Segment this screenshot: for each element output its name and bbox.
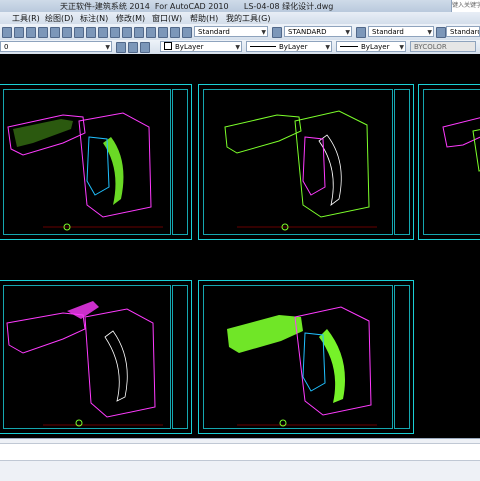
site-plan-3 bbox=[442, 117, 480, 172]
zoom-previous-icon[interactable] bbox=[170, 27, 180, 38]
drawing-sheet-2 bbox=[198, 84, 414, 240]
drawing-sheet-6 bbox=[418, 280, 480, 434]
lineweight-select[interactable]: ByLayer ▼ bbox=[336, 41, 406, 52]
menu-my-tools[interactable]: 我的工具(G) bbox=[226, 13, 270, 24]
open-file-icon[interactable] bbox=[14, 27, 24, 38]
linetype-sample bbox=[250, 46, 276, 47]
menu-tools[interactable]: 工具(R) bbox=[12, 13, 40, 24]
publish-icon[interactable] bbox=[62, 27, 72, 38]
linetype-value: ByLayer bbox=[279, 43, 308, 51]
text-style-select[interactable]: Standard ▼ bbox=[194, 26, 268, 37]
multileader-style-value: Standard bbox=[450, 28, 480, 36]
site-plan-4 bbox=[6, 301, 163, 427]
layer-select[interactable]: 0 ▼ bbox=[0, 41, 112, 52]
redo-icon[interactable] bbox=[122, 27, 132, 38]
title-block bbox=[172, 285, 188, 429]
properties-toolbar: 0 ▼ ByLayer ▼ ByLayer ▼ ByLayer ▼ BYCOLOR bbox=[0, 40, 480, 55]
menu-draw[interactable]: 绘图(D) bbox=[45, 13, 73, 24]
dim-style-icon bbox=[272, 27, 282, 38]
site-plan-5 bbox=[227, 306, 377, 427]
lineweight-value: ByLayer bbox=[361, 43, 390, 51]
pan-icon[interactable] bbox=[134, 27, 144, 38]
title-bar: 天正软件-建筑系统 2014 For AutoCAD 2010 LS-04-08… bbox=[0, 0, 480, 12]
drawing-sheet-5 bbox=[198, 280, 414, 434]
preview-icon[interactable] bbox=[50, 27, 60, 38]
zoom-window-icon[interactable] bbox=[158, 27, 168, 38]
menu-dimension[interactable]: 标注(N) bbox=[80, 13, 108, 24]
drawing-sheet-3 bbox=[418, 84, 480, 240]
text-style-icon bbox=[182, 27, 192, 38]
new-file-icon[interactable] bbox=[2, 27, 12, 38]
dim-style-select[interactable]: STANDARD ▼ bbox=[284, 26, 352, 37]
save-icon[interactable] bbox=[26, 27, 36, 38]
multileader-style-select[interactable]: Standard bbox=[446, 26, 480, 37]
color-swatch bbox=[164, 42, 172, 50]
zoom-icon[interactable] bbox=[146, 27, 156, 38]
title-block bbox=[172, 89, 188, 235]
plotstyle-select[interactable]: BYCOLOR bbox=[410, 41, 476, 52]
dim-style-value: STANDARD bbox=[288, 28, 327, 36]
undo-icon[interactable] bbox=[110, 27, 120, 38]
layer-previous-icon[interactable] bbox=[128, 42, 138, 53]
table-style-icon bbox=[356, 27, 366, 38]
standard-toolbar: Standard ▼ STANDARD ▼ Standard ▼ Standard bbox=[0, 24, 480, 41]
drawing-canvas[interactable] bbox=[0, 54, 480, 438]
command-line[interactable] bbox=[0, 443, 480, 461]
menu-modify[interactable]: 修改(M) bbox=[116, 13, 145, 24]
layer-state-icon[interactable] bbox=[140, 42, 150, 53]
color-value: ByLayer bbox=[175, 43, 204, 51]
paste-icon[interactable] bbox=[98, 27, 108, 38]
linetype-select[interactable]: ByLayer ▼ bbox=[246, 41, 332, 52]
command-area bbox=[0, 438, 480, 481]
make-current-layer-icon[interactable] bbox=[116, 42, 126, 53]
plotstyle-value: BYCOLOR bbox=[414, 43, 447, 51]
search-input[interactable]: 键入关键字或短语 bbox=[451, 0, 480, 12]
layer-value: 0 bbox=[4, 43, 9, 51]
menu-bar: 工具(R) 绘图(D) 标注(N) 修改(M) 窗口(W) 帮助(H) 我的工具… bbox=[0, 12, 480, 24]
color-select[interactable]: ByLayer ▼ bbox=[160, 41, 242, 52]
site-plan-2 bbox=[224, 110, 377, 231]
site-plan-1 bbox=[7, 112, 163, 231]
copy-icon[interactable] bbox=[86, 27, 96, 38]
table-style-value: Standard bbox=[372, 28, 404, 36]
print-icon[interactable] bbox=[38, 27, 48, 38]
window-title: 天正软件-建筑系统 2014 For AutoCAD 2010 LS-04-08… bbox=[60, 2, 334, 11]
menu-window[interactable]: 窗口(W) bbox=[152, 13, 182, 24]
multileader-style-icon bbox=[436, 27, 446, 38]
drawing-sheet-1 bbox=[0, 84, 192, 240]
cut-icon[interactable] bbox=[74, 27, 84, 38]
menu-help[interactable]: 帮助(H) bbox=[190, 13, 218, 24]
text-style-value: Standard bbox=[198, 28, 230, 36]
drawing-sheet-4 bbox=[0, 280, 192, 434]
table-style-select[interactable]: Standard ▼ bbox=[368, 26, 434, 37]
lineweight-sample bbox=[340, 46, 358, 47]
